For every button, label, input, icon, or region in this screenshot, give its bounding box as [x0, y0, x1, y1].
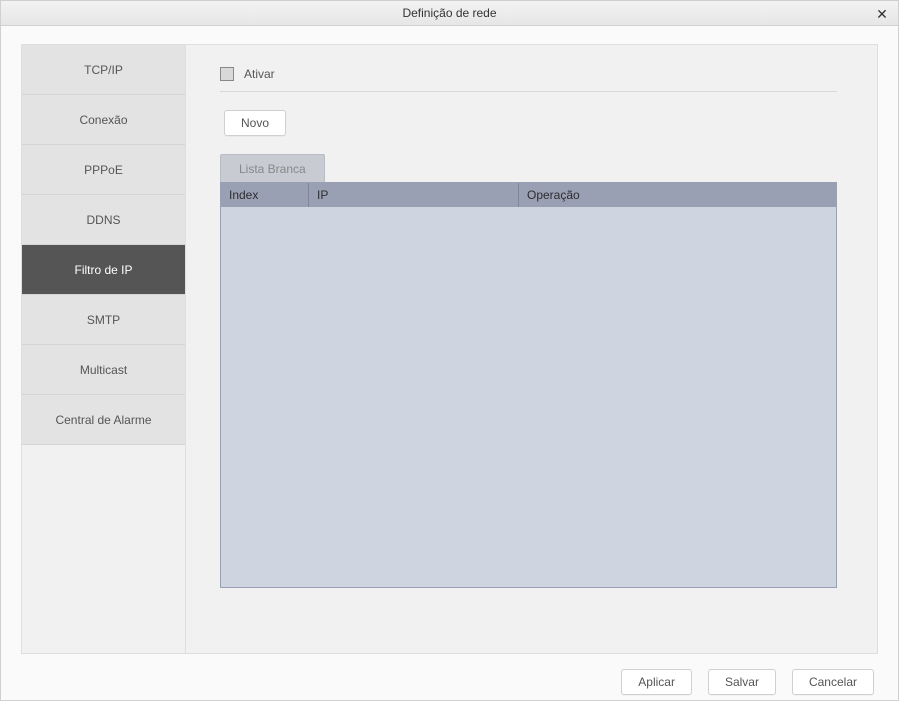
sidebar: TCP/IP Conexão PPPoE DDNS Filtro de IP S…	[22, 45, 186, 653]
activate-row: Ativar	[220, 67, 837, 81]
sidebar-item-pppoe[interactable]: PPPoE	[22, 145, 185, 195]
sidebar-item-multicast[interactable]: Multicast	[22, 345, 185, 395]
sidebar-item-smtp[interactable]: SMTP	[22, 295, 185, 345]
whitelist-table: Index IP Operação	[220, 182, 837, 588]
new-button[interactable]: Novo	[224, 110, 286, 136]
tab-strip: Lista Branca	[220, 154, 837, 182]
apply-button[interactable]: Aplicar	[621, 669, 692, 695]
sidebar-item-label: SMTP	[87, 313, 120, 327]
activate-checkbox[interactable]	[220, 67, 234, 81]
table-body	[221, 207, 836, 587]
main-content: Ativar Novo Lista Branca Index IP Operaç…	[186, 45, 877, 653]
window-root: Definição de rede ✕ TCP/IP Conexão PPPoE…	[0, 0, 899, 701]
cancel-button[interactable]: Cancelar	[792, 669, 874, 695]
sidebar-item-tcpip[interactable]: TCP/IP	[22, 45, 185, 95]
sidebar-item-label: DDNS	[86, 213, 120, 227]
sidebar-item-label: TCP/IP	[84, 63, 123, 77]
content-panel: TCP/IP Conexão PPPoE DDNS Filtro de IP S…	[21, 44, 878, 654]
col-operacao: Operação	[519, 183, 836, 207]
titlebar: Definição de rede ✕	[1, 1, 898, 26]
sidebar-item-filtro-ip[interactable]: Filtro de IP	[22, 245, 185, 295]
footer: Aplicar Salvar Cancelar	[1, 664, 898, 700]
divider	[220, 91, 837, 92]
sidebar-item-label: Central de Alarme	[55, 413, 151, 427]
sidebar-item-conexao[interactable]: Conexão	[22, 95, 185, 145]
window-body: TCP/IP Conexão PPPoE DDNS Filtro de IP S…	[1, 26, 898, 664]
save-button[interactable]: Salvar	[708, 669, 776, 695]
sidebar-item-label: PPPoE	[84, 163, 123, 177]
sidebar-item-label: Multicast	[80, 363, 127, 377]
sidebar-item-ddns[interactable]: DDNS	[22, 195, 185, 245]
close-icon[interactable]: ✕	[874, 6, 890, 22]
col-ip: IP	[309, 183, 519, 207]
col-index: Index	[221, 183, 309, 207]
table-header: Index IP Operação	[221, 183, 836, 207]
sidebar-item-label: Conexão	[79, 113, 127, 127]
window-title: Definição de rede	[402, 6, 496, 20]
activate-label: Ativar	[244, 67, 275, 81]
sidebar-item-label: Filtro de IP	[74, 263, 132, 277]
sidebar-item-central-alarme[interactable]: Central de Alarme	[22, 395, 185, 445]
tab-lista-branca[interactable]: Lista Branca	[220, 154, 325, 182]
